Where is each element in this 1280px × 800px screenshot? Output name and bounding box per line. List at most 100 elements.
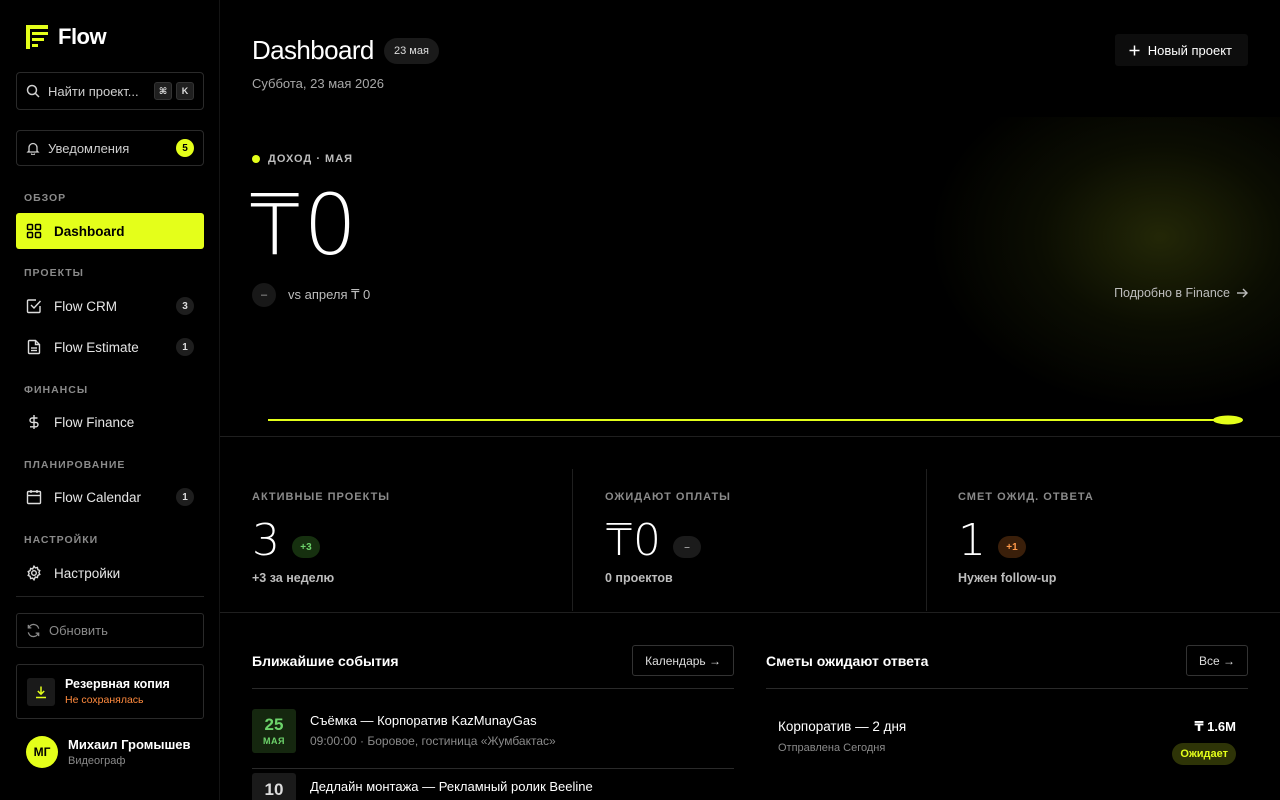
- sidebar-item-crm[interactable]: Flow CRM 3: [16, 288, 204, 324]
- stat-delta-badge: –: [673, 536, 701, 558]
- crm-count-badge: 3: [176, 297, 194, 315]
- shortcut-mod-key: ⌘: [154, 82, 172, 100]
- sidebar-item-calendar[interactable]: Flow Calendar 1: [16, 479, 204, 515]
- new-project-label: Новый проект: [1147, 42, 1232, 58]
- estimate-title: Корпоратив — 2 дня: [778, 719, 907, 734]
- section-label-settings: НАСТРОЙКИ: [24, 534, 99, 546]
- event-date-badge: 10: [252, 773, 296, 800]
- search-placeholder: Найти проект...: [48, 83, 139, 99]
- stat-sub: Нужен follow-up: [958, 571, 1057, 585]
- estimate-amount: ₸ 1.6M: [1194, 719, 1236, 734]
- refresh-icon: [27, 623, 40, 638]
- document-icon: [27, 339, 41, 355]
- stat-estimates-pending[interactable]: СМЕТ ОЖИД. ОТВЕТА 1 +1 Нужен follow-up: [958, 469, 1094, 611]
- refresh-button[interactable]: Обновить: [16, 613, 204, 648]
- plus-icon: [1129, 45, 1140, 55]
- revenue-value: ₸0: [248, 176, 359, 274]
- user-name: Михаил Громышев: [68, 737, 191, 752]
- shortcut-k-key: K: [176, 82, 194, 100]
- app-name: Flow: [58, 24, 107, 49]
- stat-awaiting-payment[interactable]: ОЖИДАЮТ ОПЛАТЫ ₸0 – 0 проектов: [605, 469, 731, 611]
- flow-logo-icon: [26, 25, 48, 49]
- new-project-button[interactable]: Новый проект: [1114, 34, 1248, 66]
- dollar-icon: [29, 415, 39, 429]
- panel-title: Сметы ожидают ответа: [766, 652, 929, 669]
- sidebar-item-settings[interactable]: Настройки: [16, 555, 204, 591]
- delta-chip: –: [252, 283, 276, 307]
- checkbox-icon: [26, 299, 42, 314]
- estimate-count-badge: 1: [176, 338, 194, 356]
- event-day: 25: [264, 715, 284, 734]
- calendar-link-button[interactable]: Календарь →: [632, 645, 734, 676]
- sidebar-item-estimate[interactable]: Flow Estimate 1: [16, 329, 204, 365]
- event-title: Дедлайн монтажа — Рекламный ролик Beelin…: [310, 779, 593, 794]
- all-estimates-button[interactable]: Все →: [1185, 645, 1248, 676]
- event-title: Съёмка — Корпоратив KazMunayGas: [310, 713, 537, 728]
- notifications-button[interactable]: Уведомления 5: [16, 130, 204, 166]
- sidebar-item-dashboard[interactable]: Dashboard: [16, 213, 204, 249]
- brand[interactable]: Flow: [26, 24, 107, 50]
- event-meta: 09:00:00 · Боровое, гостиница «Жумбактас…: [310, 734, 556, 748]
- arrow-right-icon: [1237, 288, 1248, 298]
- calendar-count-badge: 1: [176, 488, 194, 506]
- stat-value: 1: [958, 515, 986, 566]
- date-chip: 23 мая: [384, 38, 439, 64]
- stat-delta-badge: +3: [292, 536, 320, 558]
- stat-label: СМЕТ ОЖИД. ОТВЕТА: [958, 491, 1094, 503]
- revenue-compare: – vs апреля ₸ 0: [252, 283, 370, 307]
- sidebar-item-finance[interactable]: Flow Finance: [16, 404, 204, 440]
- compare-text: vs апреля ₸ 0: [288, 287, 371, 302]
- stat-active-projects[interactable]: АКТИВНЫЕ ПРОЕКТЫ 3 +3 +3 за неделю: [252, 469, 390, 611]
- stats-row: АКТИВНЫЕ ПРОЕКТЫ 3 +3 +3 за неделю ОЖИДА…: [220, 437, 1280, 613]
- sidebar-item-label: Flow Calendar: [54, 489, 142, 505]
- stat-label: АКТИВНЫЕ ПРОЕКТЫ: [252, 491, 391, 503]
- list-item[interactable]: Корпоратив — 2 дня Отправлена Сегодня ₸ …: [766, 689, 1248, 765]
- page-title: Dashboard: [252, 35, 374, 65]
- stat-value: 3: [252, 515, 280, 566]
- estimate-sent: Отправлена Сегодня: [778, 742, 886, 754]
- bell-icon: [26, 142, 40, 155]
- user-profile[interactable]: МГ Михаил Громышев Видеограф: [26, 736, 191, 768]
- backup-card[interactable]: Резервная копия Не сохранялась: [16, 664, 204, 719]
- avatar: МГ: [26, 736, 58, 768]
- hero-glow: [920, 117, 1280, 417]
- stat-sub: +3 за неделю: [252, 571, 335, 585]
- calendar-icon: [26, 490, 42, 505]
- revenue-card: ДОХОД · МАЯ ₸0 – vs апреля ₸ 0 Подробно …: [220, 117, 1280, 437]
- status-dot: [252, 155, 260, 163]
- panel-title: Ближайшие события: [252, 652, 399, 669]
- grid-icon: [26, 223, 42, 239]
- sidebar-item-label: Flow Estimate: [54, 339, 139, 355]
- list-item[interactable]: 10 Дедлайн монтажа — Рекламный ролик Bee…: [252, 769, 734, 800]
- status-badge: Ожидает: [1172, 743, 1236, 765]
- sidebar-item-label: Dashboard: [54, 223, 125, 239]
- sidebar-divider: [16, 596, 204, 597]
- revenue-label-row: ДОХОД · МАЯ: [252, 153, 353, 165]
- search-input[interactable]: Найти проект... ⌘ K: [16, 72, 204, 110]
- upcoming-events-panel: Ближайшие события Календарь → 25 МАЯ Съё…: [252, 645, 734, 800]
- stat-delta-badge: +1: [998, 536, 1026, 558]
- sidebar-item-label: Flow CRM: [54, 298, 117, 314]
- stat-value: ₸0: [605, 515, 661, 566]
- stat-sub: 0 проектов: [605, 571, 673, 585]
- main-content: Dashboard 23 мая Суббота, 23 мая 2026 Но…: [220, 0, 1280, 800]
- revenue-label: ДОХОД · МАЯ: [268, 153, 354, 165]
- stat-divider: [572, 469, 573, 611]
- event-day: 10: [264, 780, 284, 799]
- backup-status: Не сохранялась: [65, 694, 144, 706]
- list-item[interactable]: 25 МАЯ Съёмка — Корпоратив KazMunayGas 0…: [252, 689, 734, 768]
- revenue-sparkline: [268, 415, 1243, 425]
- download-icon: [27, 677, 55, 706]
- section-label-finance: ФИНАНСЫ: [24, 384, 89, 396]
- pending-estimates-panel: Сметы ожидают ответа Все → Корпоратив — …: [766, 645, 1248, 765]
- section-label-projects: ПРОЕКТЫ: [24, 267, 84, 279]
- search-icon: [26, 84, 40, 98]
- sidebar: Flow Найти проект... ⌘ K Уведомления 5 О…: [0, 0, 220, 800]
- notifications-label: Уведомления: [48, 140, 130, 156]
- stat-label: ОЖИДАЮТ ОПЛАТЫ: [605, 491, 731, 503]
- event-month: МАЯ: [263, 736, 285, 746]
- refresh-label: Обновить: [49, 623, 108, 638]
- finance-link-label: Подробно в Finance: [1114, 286, 1230, 300]
- backup-title: Резервная копия: [65, 677, 170, 691]
- finance-details-link[interactable]: Подробно в Finance: [1114, 286, 1248, 300]
